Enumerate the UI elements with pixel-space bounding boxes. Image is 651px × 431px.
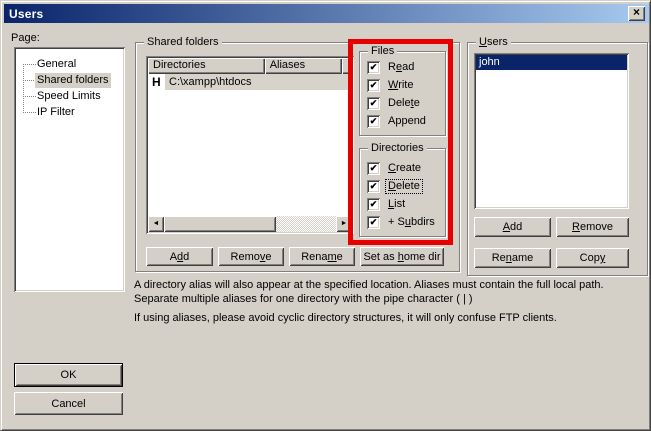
users-group-label: Users bbox=[476, 36, 511, 49]
ok-button[interactable]: OK bbox=[14, 363, 123, 387]
tree-connector bbox=[23, 96, 36, 97]
button-label: Remove bbox=[572, 221, 613, 233]
list-header: Directories Aliases bbox=[148, 58, 352, 74]
directory-path: C:\xampp\htdocs bbox=[169, 74, 252, 90]
page-item-speed-limits[interactable]: Speed Limits bbox=[37, 89, 101, 104]
remove-directory-button[interactable]: Remove bbox=[218, 247, 284, 266]
page-item-general[interactable]: General bbox=[37, 57, 76, 72]
tree-connector bbox=[23, 112, 36, 113]
tree-line bbox=[23, 64, 24, 113]
horizontal-scrollbar[interactable]: ◄ ► bbox=[148, 216, 352, 232]
button-label: Rename bbox=[492, 252, 534, 264]
set-as-home-dir-button[interactable]: Set as home dir bbox=[360, 247, 444, 266]
rename-user-button[interactable]: Rename bbox=[474, 248, 551, 268]
button-label: Set as home dir bbox=[363, 251, 440, 263]
shared-folders-list[interactable]: Directories Aliases H C:\xampp\htdocs ◄ … bbox=[146, 56, 354, 234]
alias-note-paragraph1: A directory alias will also appear at th… bbox=[134, 278, 650, 306]
tree-connector bbox=[23, 64, 36, 65]
scroll-right-icon: ► bbox=[341, 216, 348, 232]
column-header-directories[interactable]: Directories bbox=[148, 58, 265, 74]
column-header-aliases[interactable]: Aliases bbox=[265, 58, 342, 74]
button-label: Copy bbox=[580, 252, 606, 264]
users-dialog: Users × Page: General Shared folders Spe… bbox=[0, 0, 651, 431]
scroll-left-button[interactable]: ◄ bbox=[148, 216, 164, 232]
scrollbar-thumb[interactable] bbox=[164, 216, 276, 232]
annotation-rectangle bbox=[348, 39, 453, 245]
cancel-button[interactable]: Cancel bbox=[14, 392, 123, 415]
directory-row[interactable]: H C:\xampp\htdocs bbox=[148, 74, 352, 90]
alias-notes: A directory alias will also appear at th… bbox=[134, 278, 650, 325]
close-icon: × bbox=[633, 5, 640, 19]
add-user-button[interactable]: Add bbox=[474, 217, 551, 237]
scroll-left-icon: ◄ bbox=[153, 216, 160, 232]
dialog-title: Users bbox=[4, 7, 43, 21]
alias-note-paragraph2: If using aliases, please avoid cyclic di… bbox=[134, 311, 650, 325]
button-label: Add bbox=[170, 251, 190, 263]
rename-directory-button[interactable]: Rename bbox=[289, 247, 355, 266]
add-directory-button[interactable]: Add bbox=[146, 247, 213, 266]
page-item-ip-filter[interactable]: IP Filter bbox=[37, 105, 75, 120]
shared-folders-group-label: Shared folders bbox=[144, 36, 222, 49]
remove-user-button[interactable]: Remove bbox=[556, 217, 629, 237]
button-label: Add bbox=[503, 221, 523, 233]
users-list[interactable]: john bbox=[474, 53, 629, 209]
page-item-shared-folders[interactable]: Shared folders bbox=[35, 73, 111, 88]
copy-user-button[interactable]: Copy bbox=[556, 248, 629, 268]
close-button[interactable]: × bbox=[628, 6, 645, 21]
page-label: Page: bbox=[11, 32, 40, 44]
button-label: Remove bbox=[231, 251, 272, 263]
button-label: Rename bbox=[301, 251, 343, 263]
title-bar[interactable]: Users × bbox=[4, 4, 649, 23]
home-flag: H bbox=[152, 74, 161, 90]
user-item-john[interactable]: john bbox=[476, 55, 627, 70]
